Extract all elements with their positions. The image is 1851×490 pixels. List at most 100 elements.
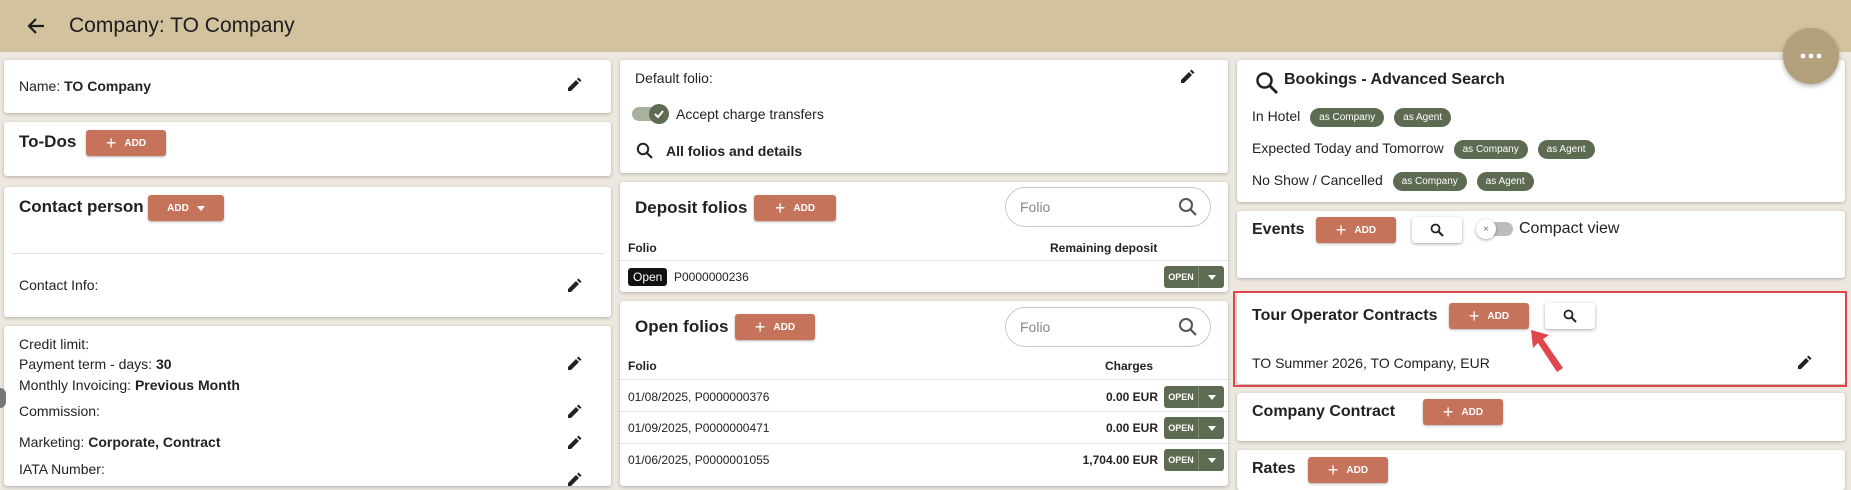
no-show-label: No Show / Cancelled xyxy=(1252,172,1383,189)
caret-down-icon[interactable] xyxy=(1198,449,1224,471)
company-contract-add-button[interactable]: + ADD xyxy=(1423,399,1503,425)
name-card: Name: TO Company xyxy=(4,60,611,113)
all-folios-label: All folios and details xyxy=(666,143,803,159)
deposit-add-label: ADD xyxy=(793,202,816,214)
folio-charges: 0.00 EUR xyxy=(1105,390,1158,404)
marketing-row: Marketing: Corporate, Contract xyxy=(19,434,220,450)
edit-payment-term-icon[interactable] xyxy=(566,356,582,372)
edit-contact-info-icon[interactable] xyxy=(566,278,582,294)
search-icon[interactable] xyxy=(1178,197,1198,217)
payment-term-label: Payment term - days: xyxy=(19,356,153,372)
accept-transfers-label: Accept charge transfers xyxy=(676,106,824,122)
plus-icon: + xyxy=(774,198,786,218)
open-folio-search-input[interactable] xyxy=(1018,317,1168,337)
search-icon[interactable] xyxy=(1178,317,1198,337)
expected-company-chip[interactable]: as Company xyxy=(1453,140,1528,159)
no-show-company-chip[interactable]: as Company xyxy=(1392,172,1467,191)
bookings-title: Bookings - Advanced Search xyxy=(1284,71,1505,88)
no-show-row: No Show / Cancelled as Company as Agent xyxy=(1252,172,1534,191)
deposit-add-button[interactable]: + ADD xyxy=(754,195,836,221)
credit-limit-label: Credit limit: xyxy=(19,336,90,352)
company-contract-title: Company Contract xyxy=(1252,403,1396,420)
folio-date-number: 01/06/2025, P0000001055 xyxy=(628,453,770,467)
marketing-value: Corporate, Contract xyxy=(88,434,221,450)
iata-label: IATA Number: xyxy=(19,461,105,477)
in-hotel-company-chip[interactable]: as Company xyxy=(1310,108,1385,127)
deposit-folios-title: Deposit folios xyxy=(635,198,748,217)
compact-view-toggle[interactable]: × xyxy=(1476,219,1513,239)
open-folio-button[interactable]: OPEN xyxy=(1164,266,1224,288)
name-row: Name: TO Company xyxy=(19,78,151,94)
contact-add-button[interactable]: ADD xyxy=(148,195,224,221)
in-hotel-label: In Hotel xyxy=(1252,108,1301,125)
edit-name-icon[interactable] xyxy=(566,77,582,93)
col-remaining-deposit: Remaining deposit xyxy=(1050,241,1158,255)
in-hotel-agent-chip[interactable]: as Agent xyxy=(1394,108,1452,127)
monthly-invoicing-row: Monthly Invoicing: Previous Month xyxy=(19,377,240,393)
plus-icon: + xyxy=(1335,220,1347,240)
finance-card: Credit limit: Payment term - days: 30 Mo… xyxy=(4,326,611,486)
pointer-arrow-icon xyxy=(1531,330,1563,372)
accept-transfers-toggle[interactable] xyxy=(632,104,669,124)
divider xyxy=(620,411,1228,412)
open-folio-button[interactable]: OPEN xyxy=(1164,386,1224,408)
todos-title: To-Dos xyxy=(19,132,77,151)
expected-label: Expected Today and Tomorrow xyxy=(1252,140,1444,157)
side-handle[interactable] xyxy=(0,388,6,408)
marketing-label: Marketing: xyxy=(19,434,85,450)
caret-down-icon[interactable] xyxy=(1198,386,1224,408)
plus-icon: + xyxy=(1442,402,1454,422)
payment-term-row: Payment term - days: 30 xyxy=(19,356,172,372)
divider xyxy=(12,253,604,254)
edit-iata-icon[interactable] xyxy=(566,472,582,488)
rates-add-button[interactable]: + ADD xyxy=(1308,457,1388,483)
search-icon xyxy=(636,142,653,159)
divider xyxy=(620,443,1228,444)
more-actions-button[interactable] xyxy=(1783,28,1839,84)
events-title: Events xyxy=(1252,221,1305,238)
edit-marketing-icon[interactable] xyxy=(566,435,582,451)
name-value: TO Company xyxy=(64,78,151,94)
folio-settings-card: Default folio: Accept charge transfers A… xyxy=(620,60,1228,173)
caret-down-icon[interactable] xyxy=(1198,417,1224,439)
todos-add-label: ADD xyxy=(124,137,147,149)
edit-commission-icon[interactable] xyxy=(566,404,582,420)
open-label: OPEN xyxy=(1168,392,1194,402)
deposit-folio-search-input[interactable] xyxy=(1018,197,1168,217)
open-folio-button[interactable]: OPEN xyxy=(1164,417,1224,439)
commission-label: Commission: xyxy=(19,403,100,419)
search-icon xyxy=(1430,223,1444,237)
events-add-label: ADD xyxy=(1354,224,1377,236)
edit-default-folio-icon[interactable] xyxy=(1179,69,1195,85)
open-label: OPEN xyxy=(1168,423,1194,433)
expected-row: Expected Today and Tomorrow as Company a… xyxy=(1252,140,1595,159)
caret-down-icon[interactable] xyxy=(1198,266,1224,288)
all-folios-link[interactable]: All folios and details xyxy=(636,140,802,162)
col-folio: Folio xyxy=(628,359,657,373)
open-folio-button[interactable]: OPEN xyxy=(1164,449,1224,471)
bookings-search-card: Bookings - Advanced Search In Hotel as C… xyxy=(1237,60,1845,202)
contact-add-label: ADD xyxy=(167,202,189,214)
open-folios-card: Open folios + ADD Folio Charges 01/08/202… xyxy=(620,301,1228,486)
search-icon xyxy=(1256,72,1278,94)
open-folios-add-label: ADD xyxy=(773,321,796,333)
no-show-agent-chip[interactable]: as Agent xyxy=(1476,172,1534,191)
events-search-button[interactable] xyxy=(1412,217,1462,243)
folio-date-number: 01/09/2025, P0000000471 xyxy=(628,421,770,435)
payment-term-value: 30 xyxy=(155,356,172,372)
open-label: OPEN xyxy=(1168,455,1194,465)
status-badge: Open xyxy=(628,268,668,286)
open-folios-add-button[interactable]: + ADD xyxy=(735,314,815,340)
rates-card: Rates + ADD xyxy=(1237,450,1845,490)
open-folio-search[interactable] xyxy=(1005,307,1211,347)
company-contract-add-label: ADD xyxy=(1461,406,1484,418)
events-add-button[interactable]: + ADD xyxy=(1316,217,1396,243)
back-button[interactable] xyxy=(16,6,56,46)
todos-add-button[interactable]: + ADD xyxy=(86,130,166,156)
col-charges: Charges xyxy=(1105,359,1154,373)
deposit-folio-search[interactable] xyxy=(1005,187,1211,227)
expected-agent-chip[interactable]: as Agent xyxy=(1537,140,1595,159)
folio-charges: 0.00 EUR xyxy=(1105,421,1158,435)
caret-down-icon xyxy=(196,205,205,211)
contact-card: Contact person ADD Contact Info: xyxy=(4,187,611,317)
